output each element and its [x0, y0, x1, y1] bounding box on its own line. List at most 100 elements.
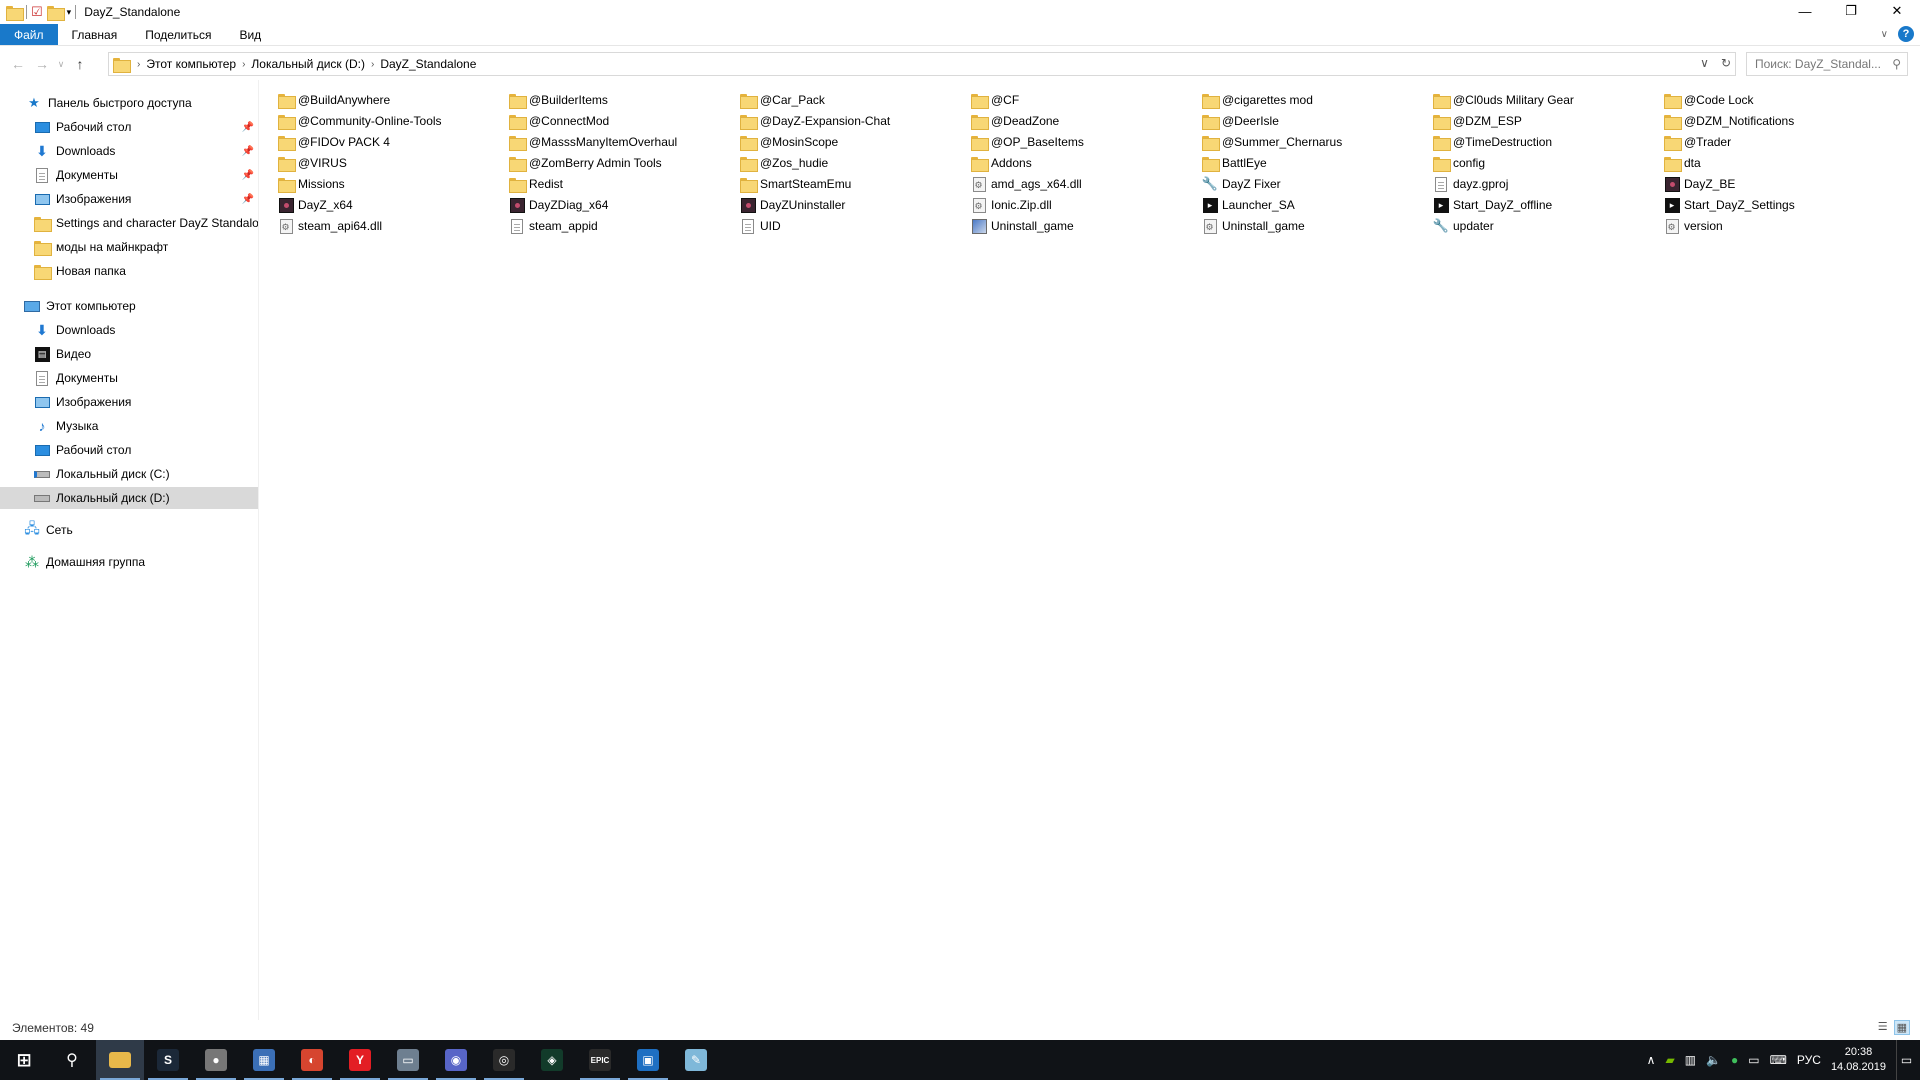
nvidia-icon[interactable]: ▰ — [1665, 1053, 1674, 1067]
show-hidden-icons-icon[interactable]: ∧ — [1647, 1053, 1656, 1067]
file-item[interactable]: 🔧 updater — [1433, 216, 1661, 236]
file-item[interactable]: @Zos_hudie — [740, 153, 968, 173]
refresh-icon[interactable]: ↻ — [1721, 56, 1731, 70]
file-item[interactable]: Uninstall_game — [1202, 216, 1430, 236]
pin-icon[interactable]: 📌 — [242, 122, 254, 133]
file-item[interactable]: @ZomBerry Admin Tools — [509, 153, 737, 173]
new-folder-icon[interactable] — [46, 5, 65, 21]
nav-quick-desktop[interactable]: Рабочий стол 📌 — [0, 116, 258, 138]
nav-quick-minecraft-folder[interactable]: моды на майнкрафт — [0, 236, 258, 258]
address-bar[interactable]: › Этот компьютер › Локальный диск (D:) ›… — [108, 52, 1736, 76]
breadcrumb-this-pc[interactable]: Этот компьютер — [140, 57, 242, 71]
nav-quick-new-folder[interactable]: Новая папка — [0, 260, 258, 282]
properties-icon[interactable]: ☑ — [31, 4, 43, 20]
nav-pc-desktop[interactable]: Рабочий стол — [0, 439, 258, 461]
start-button[interactable]: ⊞ — [0, 1040, 48, 1080]
file-item[interactable]: 🔧 DayZ Fixer — [1202, 174, 1430, 194]
file-item[interactable]: ▸ Start_DayZ_offline — [1433, 195, 1661, 215]
app-colorful[interactable]: ▦ — [240, 1040, 288, 1080]
file-item[interactable]: DayZUninstaller — [740, 195, 968, 215]
file-item[interactable]: Uninstall_game — [971, 216, 1199, 236]
large-icons-view-icon[interactable]: ▦ — [1893, 1020, 1910, 1035]
explorer-app[interactable] — [96, 1040, 144, 1080]
breadcrumb-drive-d[interactable]: Локальный диск (D:) — [245, 57, 371, 71]
obs-app[interactable]: ◎ — [480, 1040, 528, 1080]
nav-quick-pictures[interactable]: Изображения 📌 — [0, 188, 258, 210]
file-item[interactable]: @MosinScope — [740, 132, 968, 152]
status-green-icon[interactable]: ● — [1731, 1053, 1738, 1067]
details-view-icon[interactable]: ☰ — [1878, 1020, 1888, 1035]
file-item[interactable]: Ionic.Zip.dll — [971, 195, 1199, 215]
app-window[interactable]: ▭ — [384, 1040, 432, 1080]
file-item[interactable]: config — [1433, 153, 1661, 173]
file-item[interactable]: Missions — [278, 174, 506, 194]
app-recording[interactable]: ◉ — [432, 1040, 480, 1080]
file-item[interactable]: @MasssManyItemOverhaul — [509, 132, 737, 152]
file-item[interactable]: DayZ_BE — [1664, 174, 1892, 194]
tab-view[interactable]: Вид — [225, 24, 275, 45]
expand-ribbon-icon[interactable]: ∨ — [1881, 29, 1888, 40]
file-item[interactable]: @BuildAnywhere — [278, 90, 506, 110]
app-blue-square[interactable]: ▣ — [624, 1040, 672, 1080]
search-input[interactable]: Поиск: DayZ_Standal... ⚲ — [1746, 52, 1908, 76]
nav-quick-access[interactable]: ★ Панель быстрого доступа — [0, 92, 258, 114]
customize-toolbar-icon[interactable]: ▾ — [67, 7, 72, 18]
nav-pc-music[interactable]: ♪ Музыка — [0, 415, 258, 437]
tab-file[interactable]: Файл — [0, 24, 58, 45]
language-indicator[interactable]: РУС — [1797, 1053, 1821, 1067]
pin-icon[interactable]: 📌 — [242, 146, 254, 157]
nav-quick-settings-folder[interactable]: Settings and character DayZ Standalon — [0, 212, 258, 234]
file-item[interactable]: @DZM_Notifications — [1664, 111, 1892, 131]
file-item[interactable]: DayZ_x64 — [278, 195, 506, 215]
nav-this-pc[interactable]: Этот компьютер — [0, 295, 258, 317]
file-item[interactable]: @DeadZone — [971, 111, 1199, 131]
file-item[interactable]: Redist — [509, 174, 737, 194]
app-red-swirl[interactable]: ◐ — [288, 1040, 336, 1080]
file-item[interactable]: Addons — [971, 153, 1199, 173]
nav-pc-drive-c[interactable]: Локальный диск (C:) — [0, 463, 258, 485]
file-item[interactable]: @Summer_Chernarus — [1202, 132, 1430, 152]
file-item[interactable]: steam_api64.dll — [278, 216, 506, 236]
help-icon[interactable]: ? — [1898, 26, 1914, 42]
file-item[interactable]: @OP_BaseItems — [971, 132, 1199, 152]
file-item[interactable]: SmartSteamEmu — [740, 174, 968, 194]
app-green-target[interactable]: ◈ — [528, 1040, 576, 1080]
chevron-down-icon[interactable]: ∨ — [1700, 56, 1709, 70]
back-button[interactable]: ← — [6, 56, 30, 72]
file-item[interactable]: dayz.gproj — [1433, 174, 1661, 194]
pane-divider[interactable] — [258, 80, 259, 1020]
file-item[interactable]: @FIDOv PACK 4 — [278, 132, 506, 152]
file-item[interactable]: @DayZ-Expansion-Chat — [740, 111, 968, 131]
clock[interactable]: 20:38 14.08.2019 — [1831, 1045, 1886, 1075]
close-button[interactable]: ✕ — [1874, 0, 1920, 22]
notifications-icon[interactable]: ▭ — [1896, 1040, 1916, 1080]
file-item[interactable]: DayZDiag_x64 — [509, 195, 737, 215]
breadcrumb-current-folder[interactable]: DayZ_Standalone — [374, 57, 482, 71]
file-item[interactable]: @CF — [971, 90, 1199, 110]
file-item[interactable]: BattlEye — [1202, 153, 1430, 173]
steam-app[interactable]: S — [144, 1040, 192, 1080]
file-item[interactable]: amd_ags_x64.dll — [971, 174, 1199, 194]
maximize-button[interactable]: ❐ — [1828, 0, 1874, 22]
epic-games-app[interactable]: EPIC — [576, 1040, 624, 1080]
nav-pc-drive-d[interactable]: Локальный диск (D:) — [0, 487, 258, 509]
tab-home[interactable]: Главная — [58, 24, 132, 45]
nav-pc-documents[interactable]: Документы — [0, 367, 258, 389]
file-item[interactable]: @VIRUS — [278, 153, 506, 173]
file-item[interactable]: @Trader — [1664, 132, 1892, 152]
display-icon[interactable]: ▭ — [1748, 1053, 1759, 1067]
nav-pc-videos[interactable]: ▤ Видео — [0, 343, 258, 365]
file-item[interactable]: @DeerIsle — [1202, 111, 1430, 131]
file-item[interactable]: dta — [1664, 153, 1892, 173]
file-item[interactable]: @Car_Pack — [740, 90, 968, 110]
up-button[interactable]: ↑ — [68, 56, 92, 72]
file-item[interactable]: @TimeDestruction — [1433, 132, 1661, 152]
app-notepad[interactable]: ✎ — [672, 1040, 720, 1080]
recent-locations-button[interactable]: ∨ — [54, 59, 68, 70]
tab-share[interactable]: Поделиться — [131, 24, 225, 45]
nav-pc-pictures[interactable]: Изображения — [0, 391, 258, 413]
file-item[interactable]: steam_appid — [509, 216, 737, 236]
nav-quick-downloads[interactable]: ⬇ Downloads 📌 — [0, 140, 258, 162]
file-item[interactable]: UID — [740, 216, 968, 236]
keyboard-icon[interactable]: ⌨ — [1770, 1053, 1787, 1067]
